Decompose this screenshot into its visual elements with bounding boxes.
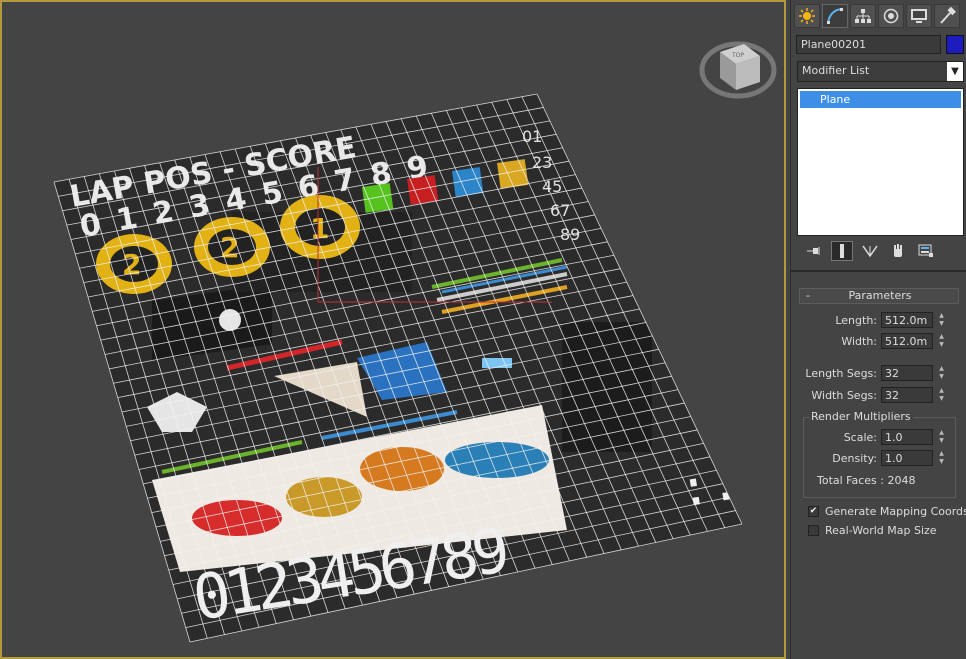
modifier-list-label: Modifier List bbox=[802, 64, 870, 77]
svg-text:45: 45 bbox=[542, 177, 562, 196]
object-color-swatch[interactable] bbox=[946, 35, 964, 54]
svg-text:2: 2 bbox=[220, 231, 239, 264]
length-row: Length: ▲▼ bbox=[791, 312, 966, 330]
stack-toolbar bbox=[797, 240, 964, 262]
svg-text:1: 1 bbox=[310, 212, 329, 245]
make-unique-icon bbox=[862, 245, 878, 258]
modify-tab[interactable] bbox=[822, 4, 848, 28]
real-world-map-label: Real-World Map Size bbox=[825, 524, 937, 537]
modify-arc-icon bbox=[827, 8, 843, 24]
scale-spinner[interactable]: ▲ ▼ bbox=[936, 429, 947, 445]
remove-modifier-button[interactable] bbox=[887, 241, 909, 261]
pin-icon bbox=[807, 247, 820, 255]
badge-2: 2 bbox=[194, 217, 270, 277]
stack-item-plane[interactable]: Plane bbox=[800, 91, 961, 108]
chevron-down-icon[interactable]: ▼ bbox=[947, 62, 963, 81]
svg-text:01: 01 bbox=[522, 127, 542, 146]
density-field[interactable] bbox=[881, 450, 933, 466]
panel-separator bbox=[791, 270, 966, 272]
total-faces: Total Faces : 2048 bbox=[817, 474, 916, 487]
badge-3: 1 bbox=[280, 195, 360, 259]
scale-row: Scale: ▲▼ bbox=[791, 429, 966, 447]
svg-text:2: 2 bbox=[122, 248, 141, 281]
width-spinner[interactable]: ▲ ▼ bbox=[936, 333, 947, 349]
width-segs-spinner[interactable]: ▲ ▼ bbox=[936, 387, 947, 403]
name-color-row bbox=[796, 35, 966, 55]
checkbox-box[interactable]: ✔ bbox=[808, 506, 819, 517]
length-label: Length: bbox=[835, 314, 877, 327]
object-name-field[interactable] bbox=[796, 35, 941, 54]
svg-text:67: 67 bbox=[550, 201, 570, 220]
width-segs-field[interactable] bbox=[881, 387, 933, 403]
skull-icon bbox=[219, 309, 241, 331]
width-segs-row: Width Segs: ▲▼ bbox=[791, 387, 966, 405]
command-panel-tabs bbox=[791, 4, 966, 30]
motion-tab[interactable] bbox=[878, 4, 904, 28]
generate-mapping-label: Generate Mapping Coords. bbox=[825, 505, 966, 518]
view-cube[interactable]: TOP bbox=[699, 41, 777, 99]
create-tab[interactable] bbox=[794, 4, 820, 28]
length-segs-label: Length Segs: bbox=[805, 367, 877, 380]
length-field[interactable] bbox=[881, 312, 933, 328]
parameters-title: Parameters bbox=[848, 289, 912, 302]
sun-icon bbox=[799, 8, 815, 24]
viewport-scene[interactable]: LAP POS - SCORE 0123456789 2 2 1 01 23 4… bbox=[2, 2, 784, 657]
perspective-viewport[interactable]: LAP POS - SCORE 0123456789 2 2 1 01 23 4… bbox=[0, 0, 786, 659]
configure-icon bbox=[918, 244, 933, 257]
density-label: Density: bbox=[832, 452, 877, 465]
width-label: Width: bbox=[841, 335, 877, 348]
width-field[interactable] bbox=[881, 333, 933, 349]
length-segs-row: Length Segs: ▲▼ bbox=[791, 365, 966, 383]
motion-icon bbox=[883, 8, 899, 24]
command-panel: Modifier List ▼ Plane - Parameters Lengt… bbox=[790, 0, 966, 659]
pin-stack-button[interactable] bbox=[803, 241, 825, 261]
hierarchy-icon bbox=[855, 9, 871, 23]
width-segs-label: Width Segs: bbox=[811, 389, 877, 402]
scale-label: Scale: bbox=[843, 431, 877, 444]
display-tab[interactable] bbox=[906, 4, 932, 28]
svg-text:TOP: TOP bbox=[731, 52, 744, 59]
show-end-result-button[interactable] bbox=[831, 241, 853, 261]
hammer-icon bbox=[940, 7, 956, 24]
density-spinner[interactable]: ▲ ▼ bbox=[936, 450, 947, 466]
density-row: Density: ▲▼ bbox=[791, 450, 966, 468]
width-row: Width: ▲▼ bbox=[791, 333, 966, 351]
length-segs-field[interactable] bbox=[881, 365, 933, 381]
generate-mapping-checkbox[interactable]: ✔ Generate Mapping Coords. bbox=[808, 505, 966, 520]
monitor-icon bbox=[911, 9, 927, 23]
checkbox-box[interactable] bbox=[808, 525, 819, 536]
length-segs-spinner[interactable]: ▲ ▼ bbox=[936, 365, 947, 381]
configure-sets-button[interactable] bbox=[915, 241, 937, 261]
modifier-stack[interactable]: Plane bbox=[797, 88, 964, 236]
real-world-map-checkbox[interactable]: Real-World Map Size bbox=[808, 524, 966, 539]
hand-icon bbox=[894, 244, 902, 257]
hierarchy-tab[interactable] bbox=[850, 4, 876, 28]
modifier-list-dropdown[interactable]: Modifier List ▼ bbox=[797, 61, 964, 82]
end-result-icon bbox=[840, 244, 844, 258]
make-unique-button[interactable] bbox=[859, 241, 881, 261]
red-swatch bbox=[407, 175, 439, 205]
render-multipliers-title: Render Multipliers bbox=[809, 410, 913, 423]
length-spinner[interactable]: ▲ ▼ bbox=[936, 312, 947, 328]
parameters-rollout-header[interactable]: - Parameters bbox=[799, 288, 959, 304]
utilities-tab[interactable] bbox=[934, 4, 960, 28]
scale-field[interactable] bbox=[881, 429, 933, 445]
